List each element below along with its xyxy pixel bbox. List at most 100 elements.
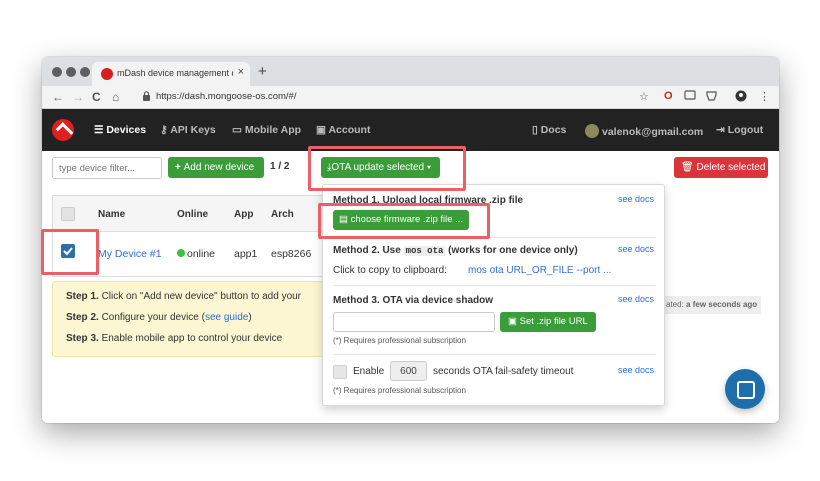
checkmark-icon	[63, 247, 73, 256]
timeout-label: seconds OTA fail-safety timeout	[433, 366, 574, 377]
tab-bar: mDash device management da × +	[42, 57, 779, 86]
key-icon: ⚷	[160, 124, 171, 136]
new-tab-button[interactable]: +	[258, 63, 267, 80]
step-2-tail: )	[248, 312, 252, 323]
nav-devices[interactable]: ☰ Devices	[94, 124, 146, 136]
forward-icon[interactable]: →	[72, 90, 84, 104]
list-icon: ☰	[94, 124, 107, 136]
device-name-link[interactable]: My Device #1	[98, 248, 162, 260]
address-bar: ← → C ⌂ https://dash.mongoose-os.com/#/ …	[42, 86, 779, 109]
see-docs-link-4[interactable]: see docs	[618, 365, 654, 375]
choose-firmware-label: choose firmware .zip file ...	[350, 214, 464, 225]
nav-account[interactable]: ▣ Account	[316, 124, 370, 136]
tab-close-icon[interactable]: ×	[238, 66, 244, 78]
table-header: Name Online App Arch	[53, 196, 331, 232]
last-updated-label: ated:	[666, 300, 684, 309]
clipboard-label: Click to copy to clipboard:	[333, 265, 447, 276]
user-avatar	[585, 124, 599, 138]
step-3-text: Enable mobile app to control your device	[101, 333, 283, 344]
lock-icon	[142, 91, 151, 103]
reload-icon[interactable]: C	[92, 90, 101, 104]
url-field[interactable]: https://dash.mongoose-os.com/#/	[156, 91, 296, 102]
step-2-text: Configure your device (	[101, 312, 205, 323]
timeout-input[interactable]	[390, 361, 427, 381]
chat-launcher-button[interactable]	[725, 369, 765, 409]
bookmark-star-icon[interactable]: ☆	[639, 90, 649, 103]
choose-firmware-button[interactable]: ▤ choose firmware .zip file ...	[333, 210, 470, 230]
see-docs-link-3[interactable]: see docs	[618, 294, 654, 304]
copy-command-link[interactable]: mos ota URL_OR_FILE --port ...	[468, 265, 611, 276]
caret-down-icon: ▾	[424, 162, 432, 173]
online-status: online	[177, 248, 215, 260]
mdash-favicon-icon	[101, 68, 113, 80]
enable-label: Enable	[353, 366, 385, 377]
delete-selected-button[interactable]: 🗑 Delete selected	[674, 157, 768, 178]
see-guide-link[interactable]: see guide	[205, 312, 248, 323]
profile-avatar-icon[interactable]	[735, 90, 747, 105]
nav-user-label: valenok@gmail.com	[602, 126, 704, 138]
mdash-logo-icon[interactable]	[52, 119, 74, 141]
pro-note-2: (*) Requires professional subscription	[333, 386, 466, 395]
id-card-icon: ▣	[316, 124, 329, 136]
status-dot-icon	[177, 249, 185, 257]
browser-window: mDash device management da × + ← → C ⌂ h…	[42, 57, 779, 423]
device-filter-input[interactable]	[52, 157, 162, 179]
book-icon: ▯	[532, 124, 541, 136]
method-2-code: mos ota	[403, 246, 446, 256]
ota-dropdown-menu: Method 1. Upload local firmware .zip fil…	[322, 184, 665, 406]
save-icon: ▣	[508, 316, 520, 327]
shadow-url-input[interactable]	[333, 312, 495, 332]
browser-menu-icon[interactable]: ⋮	[759, 90, 770, 103]
see-docs-link-1[interactable]: see docs	[618, 194, 654, 204]
devices-table: Name Online App Arch My Device #1 online…	[52, 195, 332, 277]
nav-mobile-app[interactable]: ▭ Mobile App	[232, 124, 301, 136]
browser-tab[interactable]: mDash device management da ×	[92, 62, 250, 86]
step-2-label: Step 2.	[66, 312, 99, 323]
set-zip-url-button[interactable]: ▣ Set .zip file URL	[500, 312, 596, 332]
opera-extension-icon[interactable]: O	[664, 90, 673, 102]
divider	[333, 354, 656, 355]
page-count: 1 / 2	[270, 161, 290, 172]
row-checkbox[interactable]	[61, 244, 75, 258]
back-icon[interactable]: ←	[52, 90, 64, 104]
trash-icon: 🗑	[681, 162, 697, 173]
step-2: Step 2. Configure your device (see guide…	[66, 312, 252, 323]
home-icon[interactable]: ⌂	[112, 90, 119, 104]
maximize-window-button[interactable]	[80, 67, 90, 77]
top-navigation: ☰ Devices ⚷ API Keys ▭ Mobile App ▣ Acco…	[42, 109, 779, 151]
step-3-label: Step 3.	[66, 333, 99, 344]
plus-icon: +	[175, 162, 184, 173]
step-1-text: Click on "Add new device" button to add …	[101, 291, 302, 302]
nav-docs[interactable]: ▯ Docs	[532, 124, 566, 136]
extension-icon[interactable]	[706, 90, 717, 104]
column-header-online[interactable]: Online	[177, 209, 208, 220]
select-all-checkbox[interactable]	[61, 207, 75, 221]
column-header-app[interactable]: App	[234, 209, 253, 220]
method-3-title: Method 3. OTA via device shadow	[333, 295, 494, 306]
enable-timeout-checkbox[interactable]	[333, 365, 347, 379]
step-1-label: Step 1.	[66, 291, 99, 302]
delete-selected-label: Delete selected	[696, 162, 766, 173]
method-2-title: Method 2. Use mos ota (works for one dev…	[333, 245, 578, 256]
see-docs-link-2[interactable]: see docs	[618, 244, 654, 254]
getting-started-steps: Step 1. Click on "Add new device" button…	[52, 281, 332, 357]
nav-api-keys[interactable]: ⚷ API Keys	[160, 124, 216, 136]
cast-icon[interactable]	[684, 90, 696, 103]
nav-api-keys-label: API Keys	[170, 124, 216, 136]
close-window-button[interactable]	[52, 67, 62, 77]
step-1: Step 1. Click on "Add new device" button…	[66, 291, 301, 302]
minimize-window-button[interactable]	[66, 67, 76, 77]
online-status-label: online	[187, 248, 216, 260]
desktop-icon: ▭	[232, 124, 245, 136]
ota-update-selected-button[interactable]: ⤓OTA update selected ▾	[321, 157, 440, 178]
add-new-device-button[interactable]: + Add new device	[168, 157, 264, 178]
nav-user[interactable]: valenok@gmail.com	[585, 124, 703, 138]
nav-logout-label: Logout	[727, 124, 764, 136]
column-header-arch[interactable]: Arch	[271, 209, 294, 220]
column-header-name[interactable]: Name	[98, 209, 125, 220]
nav-docs-label: Docs	[540, 124, 567, 136]
device-arch: esp8266	[271, 248, 312, 260]
nav-logout[interactable]: ⇥ Logout	[716, 124, 763, 136]
divider	[333, 237, 656, 238]
method-2-prefix: Method 2. Use	[333, 245, 401, 256]
